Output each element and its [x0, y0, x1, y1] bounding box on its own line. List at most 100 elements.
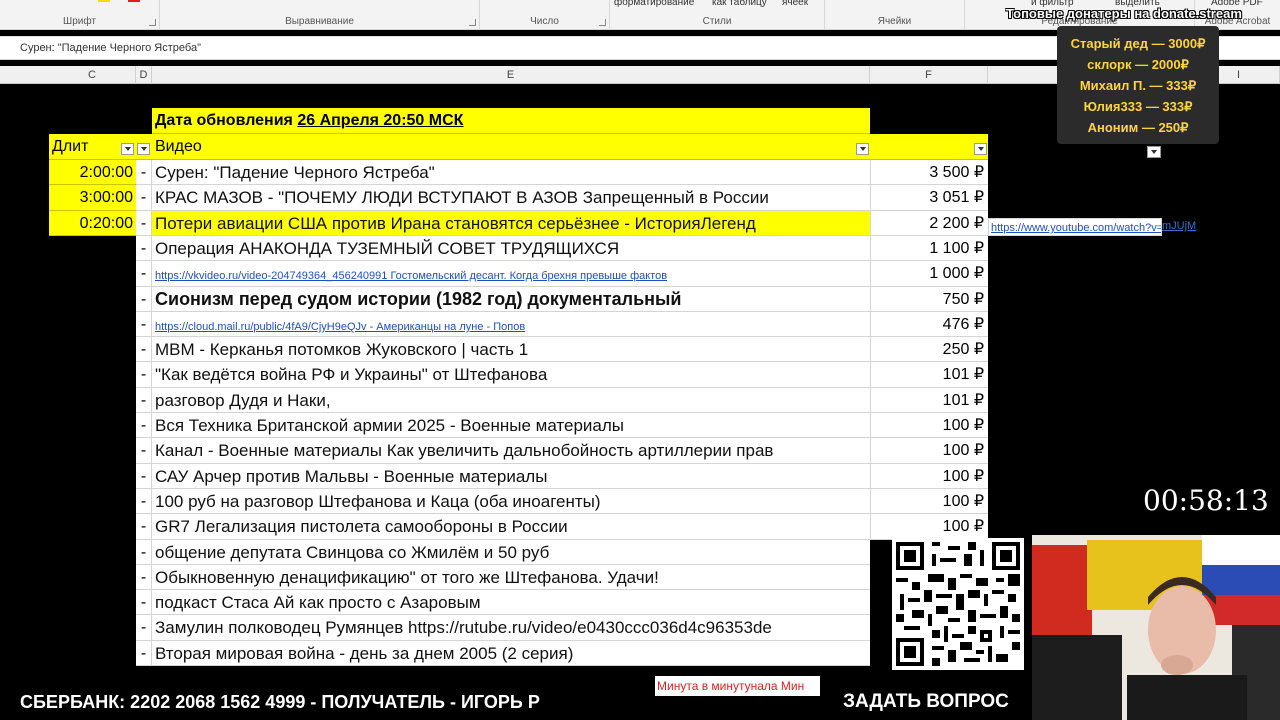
conditional-format-button[interactable]: форматирование: [614, 0, 694, 8]
video-title-cell[interactable]: Операция АНАКОНДА ТУЗЕМНЫЙ СОВЕТ ТРУДЯЩИ…: [152, 236, 870, 261]
alignment-group[interactable]: Выравнивание: [160, 0, 480, 30]
video-title-cell[interactable]: САУ Арчер против Мальвы - Военные матери…: [152, 464, 870, 489]
video-title-cell[interactable]: https://cloud.mail.ru/public/4fA9/CjyH9e…: [152, 312, 870, 337]
video-title-cell[interactable]: подкаст Стаса Ай как просто с Азаровым: [152, 590, 870, 615]
video-title-cell[interactable]: Обыкновенную денацификацию" от того же Ш…: [152, 565, 870, 590]
dash-header: [136, 134, 152, 160]
amount-cell[interactable]: 100 ₽: [870, 464, 988, 489]
dash-cell[interactable]: -: [136, 438, 152, 464]
column-e-header[interactable]: E: [152, 66, 870, 84]
amount-cell[interactable]: 250 ₽: [870, 337, 988, 362]
dash-cell[interactable]: -: [136, 287, 152, 312]
video-title-cell[interactable]: разговор Дудя и Наки,: [152, 388, 870, 413]
dash-cell[interactable]: -: [136, 261, 152, 287]
dash-cell[interactable]: -: [136, 362, 152, 388]
format-as-table-button[interactable]: как таблицу: [712, 0, 767, 8]
dash-cell[interactable]: -: [136, 464, 152, 489]
overflow-red-text: Минута в минутунала Мин: [655, 676, 820, 696]
cells-group[interactable]: Ячейки: [825, 0, 965, 30]
duration-header-label: Длит: [52, 138, 89, 155]
duration-cell[interactable]: 2:00:00: [49, 160, 136, 185]
duration-header[interactable]: Длит: [49, 134, 136, 160]
dash-cell[interactable]: -: [136, 615, 152, 641]
bank-details-bar: СБЕРБАНК: 2202 2068 1562 4999 - ПОЛУЧАТЕ…: [0, 684, 655, 720]
donator-entry: Михаил П. — 333₽: [1079, 78, 1197, 93]
video-title-cell[interactable]: Канал - Военные материалы Как увеличить …: [152, 438, 870, 464]
dash-cell[interactable]: -: [136, 413, 152, 438]
video-filter-icon[interactable]: [856, 143, 869, 155]
update-date-cell[interactable]: Дата обновления 26 Апреля 20:50 МСК: [152, 108, 870, 134]
column-c-header[interactable]: C: [49, 66, 136, 84]
dash-cell[interactable]: -: [136, 590, 152, 615]
number-group[interactable]: Число: [480, 0, 610, 30]
dash-cell[interactable]: -: [136, 312, 152, 337]
font-group[interactable]: Шрифт: [0, 0, 160, 30]
dash-cell[interactable]: -: [136, 337, 152, 362]
amount-cell[interactable]: 2 200 ₽: [870, 211, 988, 236]
amount-cell[interactable]: 1 100 ₽: [870, 236, 988, 261]
column-d-header[interactable]: D: [136, 66, 152, 84]
dash-cell[interactable]: -: [136, 514, 152, 540]
amount-cell[interactable]: 750 ₽: [870, 287, 988, 312]
video-title-cell[interactable]: GR7 Легализация пистолета самообороны в …: [152, 514, 870, 540]
number-group-label: Число: [530, 16, 559, 27]
dash-cell[interactable]: -: [136, 540, 152, 565]
amount-cell[interactable]: 100 ₽: [870, 514, 988, 540]
donator-entry: склорк — 2000₽: [1087, 57, 1189, 72]
column-filter-icon[interactable]: [1147, 146, 1161, 158]
styles-group[interactable]: форматирование как таблицу ячеек Стили: [610, 0, 825, 30]
dash-cell[interactable]: -: [136, 211, 152, 236]
dash-filter-icon[interactable]: [137, 143, 150, 155]
donator-entry: Аноним — 250₽: [1087, 120, 1189, 135]
external-link-overflow[interactable]: mJUjM: [1162, 220, 1196, 232]
external-link-cell[interactable]: https://www.youtube.com/watch?v=5Pjrz: [988, 218, 1162, 236]
dash-cell[interactable]: -: [136, 185, 152, 211]
video-title-cell[interactable]: https://vkvideo.ru/video-204749364_45624…: [152, 261, 870, 287]
video-header-label: Видео: [155, 138, 202, 155]
video-title-cell[interactable]: общение депутата Свинцова со Жмилём и 50…: [152, 540, 870, 565]
video-title-cell[interactable]: Замулин полководец Румянцев https://rutu…: [152, 615, 870, 641]
duration-filter-icon[interactable]: [121, 143, 134, 155]
amount-cell[interactable]: 100 ₽: [870, 413, 988, 438]
amount-cell[interactable]: 101 ₽: [870, 362, 988, 388]
video-header[interactable]: Видео: [152, 134, 870, 160]
font-launcher-icon[interactable]: [149, 19, 156, 26]
formula-value[interactable]: Сурен: "Падение Черного Ястреба": [20, 42, 201, 54]
column-f-header[interactable]: F: [870, 66, 988, 84]
amount-cell[interactable]: 100 ₽: [870, 438, 988, 464]
font-color-icon[interactable]: [128, 0, 140, 2]
number-launcher-icon[interactable]: [599, 19, 606, 26]
amount-cell[interactable]: 3 051 ₽: [870, 185, 988, 211]
dash-cell[interactable]: -: [136, 641, 152, 666]
amount-cell[interactable]: 3 500 ₽: [870, 160, 988, 185]
amount-cell[interactable]: 100 ₽: [870, 489, 988, 514]
video-title-cell[interactable]: КРАС МАЗОВ - "ПОЧЕМУ ЛЮДИ ВСТУПАЮТ В АЗО…: [152, 185, 870, 211]
amount-cell[interactable]: 1 000 ₽: [870, 261, 988, 287]
video-title-cell[interactable]: Вторая мировая война - день за днем 2005…: [152, 641, 870, 666]
highlight-color-icon[interactable]: [98, 0, 110, 2]
dash-cell[interactable]: -: [136, 489, 152, 514]
video-title-cell[interactable]: Потери авиации США против Ирана становят…: [152, 211, 870, 236]
dash-cell[interactable]: -: [136, 160, 152, 185]
cell-styles-button[interactable]: ячеек: [782, 0, 808, 8]
donator-entry: Юлия333 — 333₽: [1083, 99, 1193, 114]
duration-cell[interactable]: 3:00:00: [49, 185, 136, 211]
video-title-cell[interactable]: Сурен: "Падение Черного Ястреба": [152, 160, 870, 185]
amount-sort-icon[interactable]: [974, 143, 987, 155]
duration-cell[interactable]: 0:20:00: [49, 211, 136, 236]
video-title-cell[interactable]: Вся Техника Британской армии 2025 - Воен…: [152, 413, 870, 438]
video-title-cell[interactable]: 100 руб на разговор Штефанова и Каца (об…: [152, 489, 870, 514]
dash-cell[interactable]: -: [136, 565, 152, 590]
alignment-launcher-icon[interactable]: [469, 19, 476, 26]
video-title-cell[interactable]: Сионизм перед судом истории (1982 год) д…: [152, 287, 870, 312]
amount-cell[interactable]: 101 ₽: [870, 388, 988, 413]
styles-group-label: Стили: [702, 16, 732, 27]
video-title-cell[interactable]: МВМ - Керканья потомков Жуковского | час…: [152, 337, 870, 362]
dash-cell[interactable]: -: [136, 388, 152, 413]
font-group-label: Шрифт: [63, 16, 96, 27]
update-date-value: 26 Апреля 20:50 МСК: [297, 112, 464, 129]
video-title-cell[interactable]: "Как ведётся война РФ и Украины" от Штеф…: [152, 362, 870, 388]
dash-cell[interactable]: -: [136, 236, 152, 261]
amount-header[interactable]: [870, 134, 988, 160]
amount-cell[interactable]: 476 ₽: [870, 312, 988, 337]
